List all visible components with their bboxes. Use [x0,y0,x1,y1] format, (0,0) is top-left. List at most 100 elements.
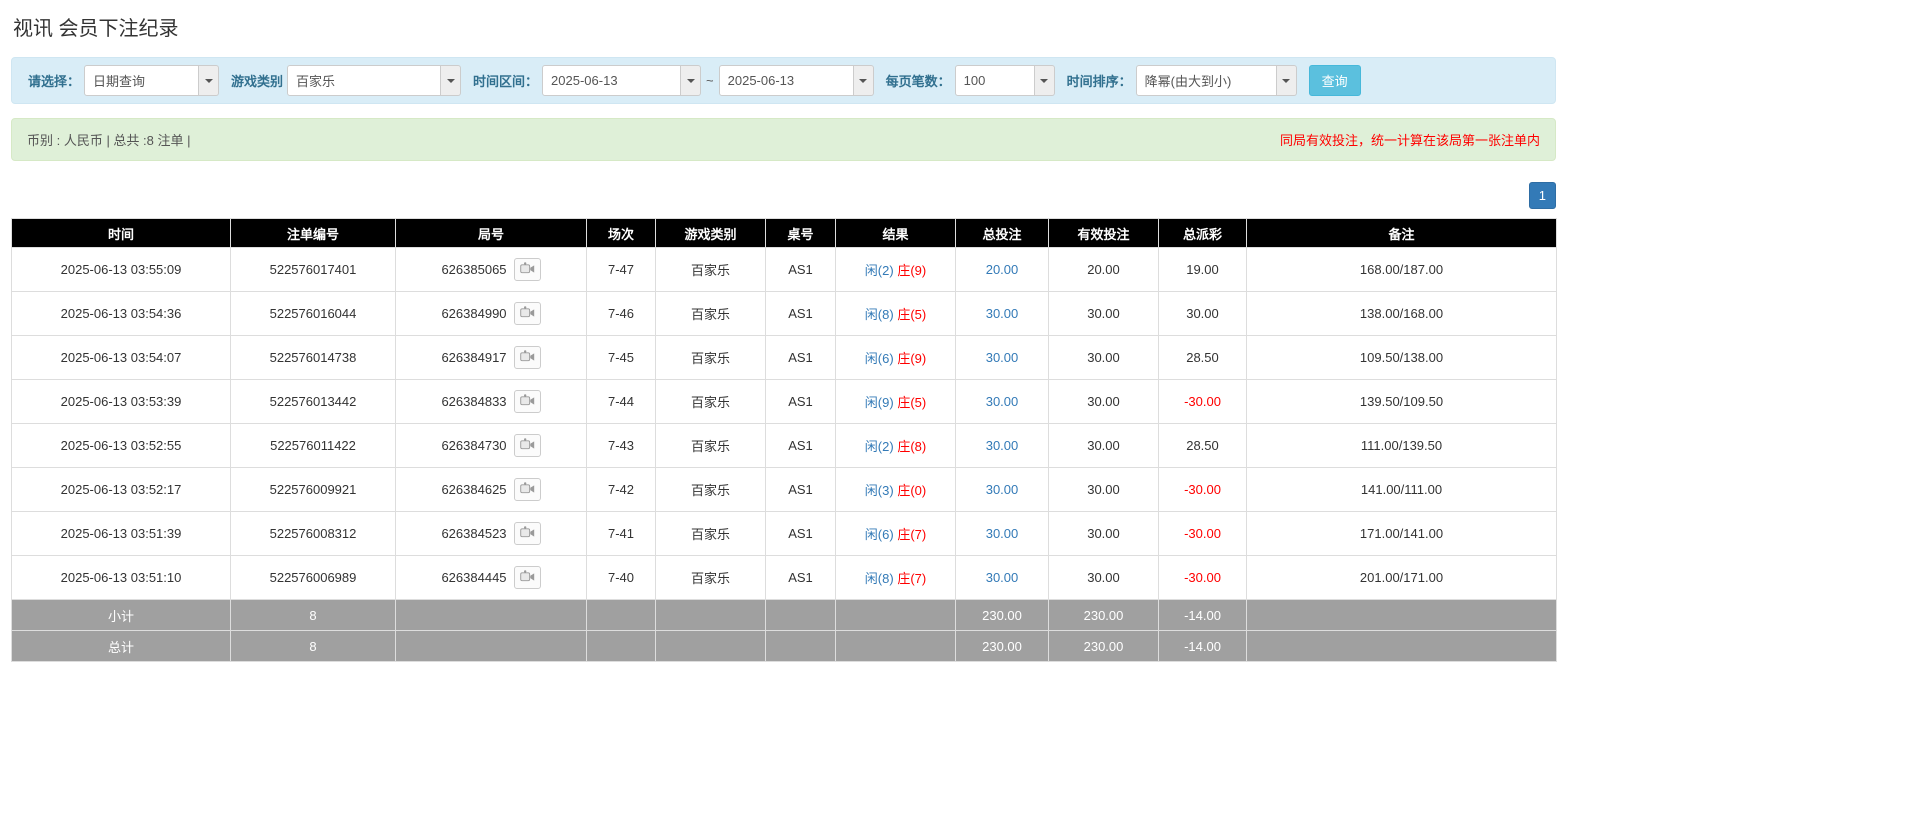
total-bet-link[interactable]: 30.00 [986,350,1019,365]
view-round-video-button[interactable] [514,522,541,545]
table-row: 2025-06-13 03:54:36522576016044626384990… [12,292,1557,336]
cell-game-type: 百家乐 [656,556,766,600]
view-round-video-button[interactable] [514,390,541,413]
subtotal-count: 8 [231,600,396,631]
view-round-video-button[interactable] [514,566,541,589]
cell-valid-bet: 30.00 [1049,468,1159,512]
cell-total-bet: 30.00 [956,556,1049,600]
cell-time: 2025-06-13 03:52:55 [12,424,231,468]
cell-session: 7-41 [587,512,656,556]
view-round-video-button[interactable] [514,478,541,501]
empty-cell [587,631,656,662]
result-banker: 庄(5) [897,307,926,322]
cell-payout: -30.00 [1159,556,1247,600]
caret-down-icon [447,79,455,83]
total-bet-link[interactable]: 30.00 [986,438,1019,453]
payout-value: 19.00 [1186,262,1219,277]
cell-bet-id: 522576014738 [231,336,396,380]
time-sort-label: 时间排序： [1067,71,1132,90]
cell-result: 闲(6) 庄(7) [836,512,956,556]
cell-table-no: AS1 [766,424,836,468]
summary-bar: 币别 : 人民币 | 总共 :8 注单 | 同局有效投注，统一计算在该局第一张注… [11,118,1556,161]
cell-session: 7-45 [587,336,656,380]
cell-result: 闲(6) 庄(9) [836,336,956,380]
view-round-video-button[interactable] [514,302,541,325]
cell-payout: 28.50 [1159,424,1247,468]
header-session: 场次 [587,219,656,248]
date-to-dropdown-button[interactable] [854,65,874,96]
summary-notice: 同局有效投注，统一计算在该局第一张注单内 [1280,130,1540,149]
cell-session: 7-42 [587,468,656,512]
cell-table-no: AS1 [766,380,836,424]
date-from-input[interactable] [542,65,681,96]
result-banker: 庄(0) [897,483,926,498]
total-bet-link[interactable]: 30.00 [986,570,1019,585]
cell-session: 7-40 [587,556,656,600]
cell-bet-id: 522576011422 [231,424,396,468]
view-round-video-button[interactable] [514,258,541,281]
cell-valid-bet: 30.00 [1049,380,1159,424]
total-bet-link[interactable]: 30.00 [986,306,1019,321]
result-banker: 庄(7) [897,571,926,586]
round-number: 626385065 [441,262,506,277]
table-row: 2025-06-13 03:52:17522576009921626384625… [12,468,1557,512]
header-time: 时间 [12,219,231,248]
records-table: 时间 注单编号 局号 场次 游戏类别 桌号 结果 总投注 有效投注 总派彩 备注… [11,218,1557,662]
cell-round: 626385065 [396,248,587,292]
select-type-input[interactable] [84,65,199,96]
cell-round: 626384917 [396,336,587,380]
cell-valid-bet: 20.00 [1049,248,1159,292]
video-icon [520,438,535,454]
view-round-video-button[interactable] [514,434,541,457]
cell-payout: -30.00 [1159,512,1247,556]
total-bet-link[interactable]: 30.00 [986,526,1019,541]
caret-down-icon [205,79,213,83]
result-player: 闲(9) [865,395,894,410]
page-size-dropdown-button[interactable] [1035,65,1055,96]
page-button-1[interactable]: 1 [1529,182,1556,209]
time-sort-dropdown-button[interactable] [1277,65,1297,96]
round-number: 626384625 [441,482,506,497]
payout-value: -30.00 [1184,394,1221,409]
select-type-combo [84,65,219,96]
table-row: 2025-06-13 03:55:09522576017401626385065… [12,248,1557,292]
cell-remark: 111.00/139.50 [1247,424,1557,468]
page-container: 视讯 会员下注纪录 请选择： 游戏类别 时间区间： ~ 每页笔数： 时间排序： [11,12,1556,662]
page-size-input[interactable] [955,65,1035,96]
table-row: 2025-06-13 03:54:07522576014738626384917… [12,336,1557,380]
cell-table-no: AS1 [766,468,836,512]
cell-result: 闲(9) 庄(5) [836,380,956,424]
cell-game-type: 百家乐 [656,380,766,424]
cell-time: 2025-06-13 03:53:39 [12,380,231,424]
time-sort-input[interactable] [1136,65,1277,96]
round-number: 626384917 [441,350,506,365]
total-row: 总计 8 230.00 230.00 -14.00 [12,631,1557,662]
page-size-combo [955,65,1055,96]
header-valid-bet: 有效投注 [1049,219,1159,248]
empty-cell [656,631,766,662]
select-type-dropdown-button[interactable] [199,65,219,96]
result-player: 闲(3) [865,483,894,498]
cell-bet-id: 522576013442 [231,380,396,424]
query-button[interactable]: 查询 [1309,65,1361,96]
view-round-video-button[interactable] [514,346,541,369]
payout-value: 28.50 [1186,438,1219,453]
cell-session: 7-44 [587,380,656,424]
subtotal-valid-bet: 230.00 [1049,600,1159,631]
total-bet-link[interactable]: 30.00 [986,394,1019,409]
game-type-input[interactable] [287,65,441,96]
cell-total-bet: 30.00 [956,512,1049,556]
date-to-input[interactable] [719,65,854,96]
game-type-dropdown-button[interactable] [441,65,461,96]
cell-total-bet: 20.00 [956,248,1049,292]
cell-total-bet: 30.00 [956,292,1049,336]
total-bet-link[interactable]: 30.00 [986,482,1019,497]
cell-valid-bet: 30.00 [1049,512,1159,556]
subtotal-label: 小计 [12,600,231,631]
cell-round: 626384625 [396,468,587,512]
cell-bet-id: 522576009921 [231,468,396,512]
total-bet-link[interactable]: 20.00 [986,262,1019,277]
payout-value: -30.00 [1184,526,1221,541]
date-from-dropdown-button[interactable] [681,65,701,96]
cell-total-bet: 30.00 [956,336,1049,380]
